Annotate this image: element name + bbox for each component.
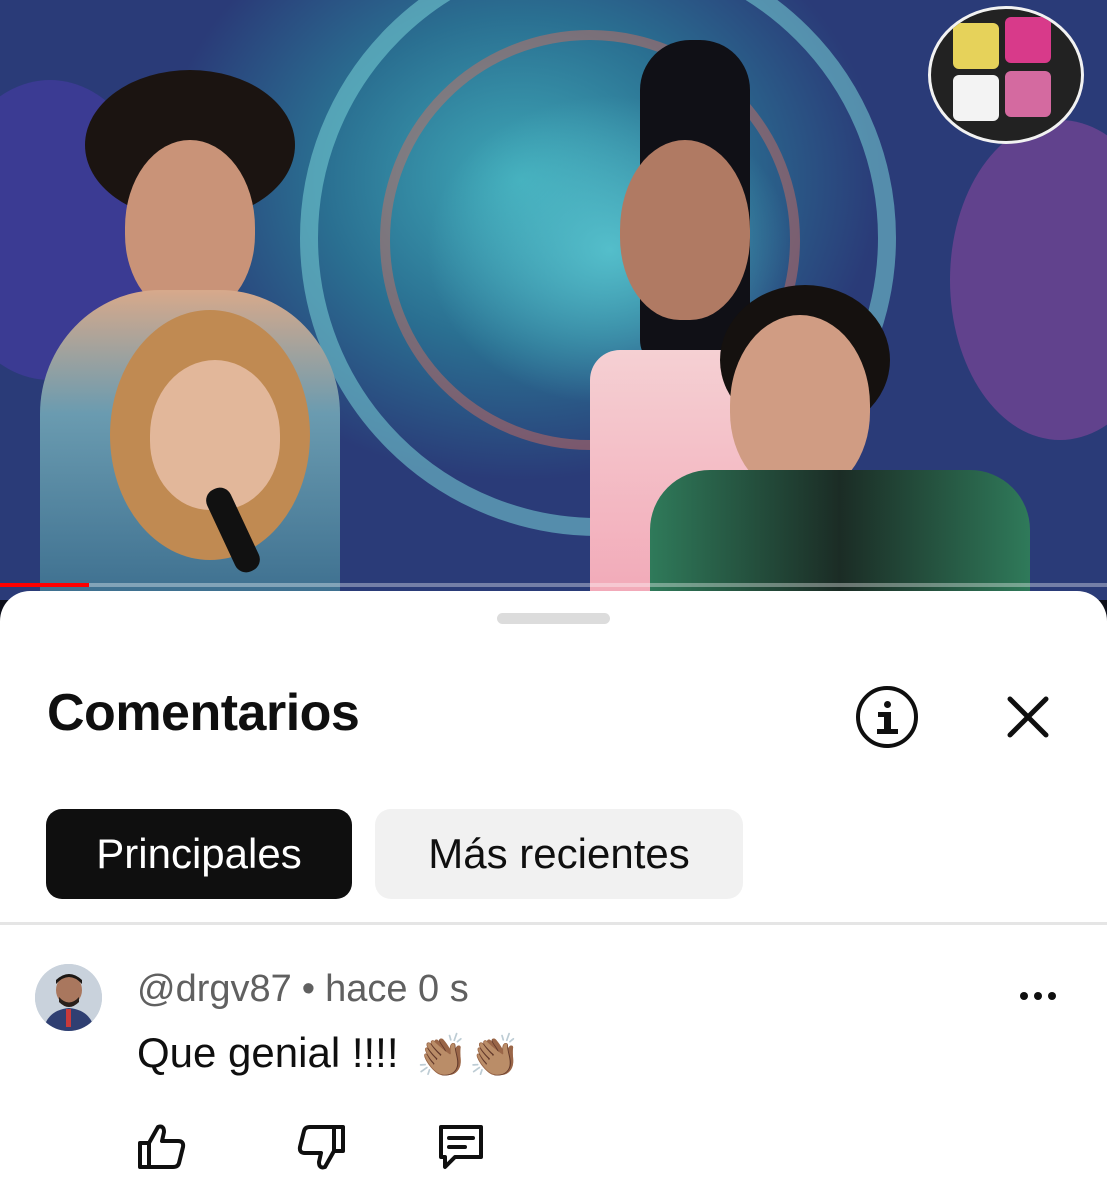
more-options-icon[interactable]	[1018, 990, 1058, 1002]
info-icon[interactable]	[856, 686, 918, 748]
clapperboard-icon	[953, 23, 999, 69]
reply-icon[interactable]	[433, 1119, 489, 1175]
meta-separator: •	[301, 968, 316, 1010]
microphone-icon	[1005, 71, 1051, 117]
thumbs-down-icon[interactable]	[293, 1119, 349, 1175]
video-progress-fill	[0, 583, 89, 587]
comment-meta: @drgv87 • hace 0 s	[137, 965, 469, 1013]
comment-text: Que genial !!!! 👏🏽👏🏽	[137, 1025, 521, 1084]
performer-face	[125, 140, 255, 315]
divider	[0, 922, 1107, 925]
video-player[interactable]	[0, 0, 1107, 600]
sheet-title: Comentarios	[47, 684, 360, 742]
comment-timestamp: hace 0 s	[325, 968, 469, 1010]
filter-chip-newest[interactable]: Más recientes	[375, 809, 743, 899]
host-with-microphone	[70, 310, 350, 600]
film-camera-icon	[953, 75, 999, 121]
drag-handle[interactable]	[497, 613, 610, 624]
filter-chip-top[interactable]: Principales	[46, 809, 352, 899]
guest-jacket	[650, 470, 1030, 600]
comments-sheet: Comentarios Principales Más recientes @d…	[0, 591, 1107, 1200]
comment-body: Que genial !!!!	[137, 1029, 399, 1076]
clapping-hands-emoji: 👏🏽👏🏽	[416, 1031, 521, 1079]
close-icon[interactable]	[1000, 689, 1056, 745]
guest-face	[730, 315, 870, 495]
video-progress-bar[interactable]	[0, 583, 1107, 587]
guest-seated	[650, 285, 1030, 600]
channel-logo	[928, 6, 1084, 144]
thumbs-up-icon[interactable]	[134, 1119, 190, 1175]
theater-masks-icon	[1005, 17, 1051, 63]
avatar[interactable]	[35, 964, 102, 1031]
avatar-image	[35, 964, 102, 1031]
comment-username[interactable]: @drgv87	[137, 968, 292, 1010]
